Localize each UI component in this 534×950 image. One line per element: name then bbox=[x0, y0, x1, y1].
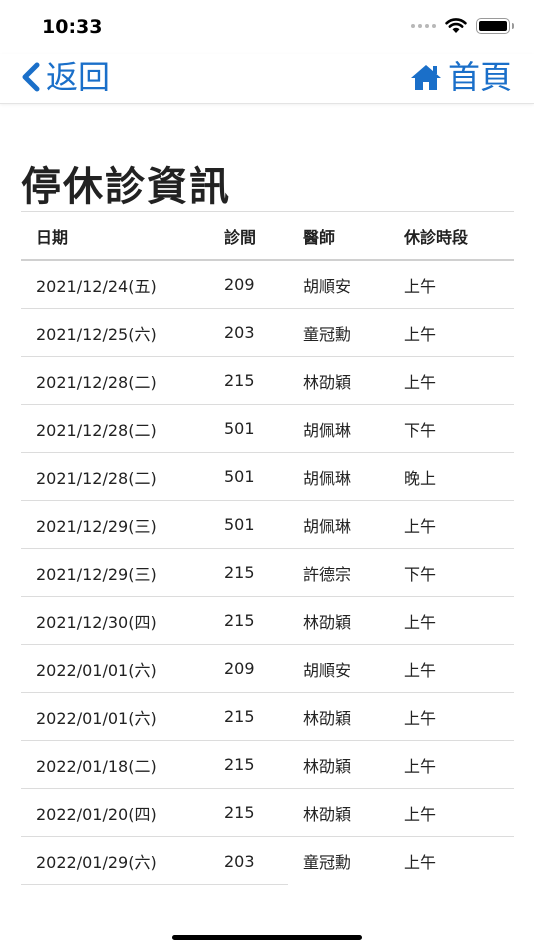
wifi-icon bbox=[445, 18, 467, 33]
cell-period: 上午 bbox=[404, 660, 437, 680]
cell-room: 501 bbox=[224, 467, 255, 486]
cell-date: 2021/12/25(六) bbox=[36, 324, 157, 344]
cell-doctor: 林劭穎 bbox=[303, 372, 352, 392]
cell-period: 上午 bbox=[404, 516, 437, 536]
table-row: 2021/12/25(六) 203 童冠勳 上午 bbox=[21, 309, 514, 357]
cell-doctor: 童冠勳 bbox=[303, 324, 352, 344]
table-header: 日期 診間 醫師 休診時段 bbox=[21, 211, 514, 261]
table-row: 2021/12/30(四) 215 林劭穎 上午 bbox=[21, 597, 514, 645]
back-button[interactable]: 返回 bbox=[20, 58, 110, 96]
cell-date: 2021/12/29(三) bbox=[36, 516, 157, 536]
header-date: 日期 bbox=[36, 227, 69, 247]
cell-room: 203 bbox=[224, 851, 255, 871]
cell-room: 215 bbox=[224, 803, 255, 822]
cell-period: 上午 bbox=[404, 804, 437, 824]
cell-room: 501 bbox=[224, 419, 255, 438]
table-row: 2021/12/28(二) 215 林劭穎 上午 bbox=[21, 357, 514, 405]
table-row: 2021/12/28(二) 501 胡佩琳 下午 bbox=[21, 405, 514, 453]
battery-icon bbox=[476, 18, 514, 34]
cell-date: 2021/12/24(五) bbox=[36, 276, 157, 296]
cell-room: 215 bbox=[224, 371, 255, 390]
table-row: 2022/01/18(二) 215 林劭穎 上午 bbox=[21, 741, 514, 789]
cell-doctor: 胡佩琳 bbox=[303, 468, 352, 488]
cell-room: 215 bbox=[224, 563, 255, 582]
cell-date: 2022/01/01(六) bbox=[36, 708, 157, 728]
signal-dots-icon bbox=[411, 24, 436, 28]
cell-doctor: 林劭穎 bbox=[303, 612, 352, 632]
cell-period: 晚上 bbox=[404, 468, 437, 488]
status-bar: 10:33 bbox=[0, 0, 534, 54]
cell-period: 上午 bbox=[404, 372, 437, 392]
cell-room: 501 bbox=[224, 515, 255, 534]
cell-period: 下午 bbox=[404, 420, 437, 440]
cell-doctor: 胡順安 bbox=[303, 276, 352, 296]
navigation-bar: 返回 首頁 bbox=[0, 54, 534, 104]
cell-room: 215 bbox=[224, 755, 255, 774]
cell-room: 215 bbox=[224, 707, 255, 726]
cell-doctor: 林劭穎 bbox=[303, 804, 352, 824]
header-doctor: 醫師 bbox=[303, 227, 336, 247]
cell-date: 2022/01/18(二) bbox=[36, 756, 157, 776]
cell-doctor: 胡佩琳 bbox=[303, 420, 352, 440]
cell-date: 2021/12/28(二) bbox=[36, 420, 157, 440]
cell-period: 上午 bbox=[404, 324, 437, 344]
cell-room: 209 bbox=[224, 659, 255, 678]
cell-doctor: 胡順安 bbox=[303, 660, 352, 680]
cell-date: 2021/12/30(四) bbox=[36, 612, 157, 632]
cell-room: 209 bbox=[224, 275, 255, 294]
home-button[interactable]: 首頁 bbox=[410, 58, 512, 96]
closure-table: 日期 診間 醫師 休診時段 2021/12/24(五) 209 胡順安 上午 2… bbox=[21, 211, 514, 885]
cell-date: 2021/12/29(三) bbox=[36, 564, 157, 584]
cell-period: 下午 bbox=[404, 564, 437, 584]
header-period: 休診時段 bbox=[404, 227, 469, 247]
cell-date: 2021/12/28(二) bbox=[36, 468, 157, 488]
header-room: 診間 bbox=[224, 227, 257, 247]
table-row: 2022/01/01(六) 209 胡順安 上午 bbox=[21, 645, 514, 693]
cell-period: 上午 bbox=[404, 276, 437, 296]
cell-doctor: 林劭穎 bbox=[303, 756, 352, 776]
chevron-left-icon bbox=[22, 62, 40, 92]
cell-period: 上午 bbox=[404, 756, 437, 776]
status-icons bbox=[411, 18, 514, 34]
table-row: 2021/12/29(三) 501 胡佩琳 上午 bbox=[21, 501, 514, 549]
cell-doctor: 童冠勳 bbox=[303, 853, 352, 872]
home-label: 首頁 bbox=[447, 58, 512, 96]
back-label: 返回 bbox=[46, 58, 111, 96]
home-indicator[interactable] bbox=[172, 935, 362, 940]
table-row: 2021/12/29(三) 215 許德宗 下午 bbox=[21, 549, 514, 597]
cell-doctor: 許德宗 bbox=[303, 564, 352, 584]
table-row: 2021/12/28(二) 501 胡佩琳 晚上 bbox=[21, 453, 514, 501]
cell-date: 2022/01/20(四) bbox=[36, 804, 157, 824]
cell-date: 2022/01/29(六) bbox=[36, 853, 157, 872]
cell-doctor: 林劭穎 bbox=[303, 708, 352, 728]
cell-doctor: 胡佩琳 bbox=[303, 516, 352, 536]
table-row: 2022/01/20(四) 215 林劭穎 上午 bbox=[21, 789, 514, 837]
cell-date: 2022/01/01(六) bbox=[36, 660, 157, 680]
cell-room: 203 bbox=[224, 323, 255, 342]
table-row: 2022/01/29(六) 203 童冠勳 上午 bbox=[21, 837, 514, 885]
status-time: 10:33 bbox=[42, 16, 103, 38]
page-title: 停休診資訊 bbox=[21, 164, 231, 210]
cell-room: 215 bbox=[224, 611, 255, 630]
table-row: 2022/01/01(六) 215 林劭穎 上午 bbox=[21, 693, 514, 741]
table-row: 2021/12/24(五) 209 胡順安 上午 bbox=[21, 261, 514, 309]
cell-period: 上午 bbox=[404, 853, 437, 872]
cell-period: 上午 bbox=[404, 612, 437, 632]
cell-period: 上午 bbox=[404, 708, 437, 728]
cell-date: 2021/12/28(二) bbox=[36, 372, 157, 392]
home-icon bbox=[410, 65, 441, 90]
